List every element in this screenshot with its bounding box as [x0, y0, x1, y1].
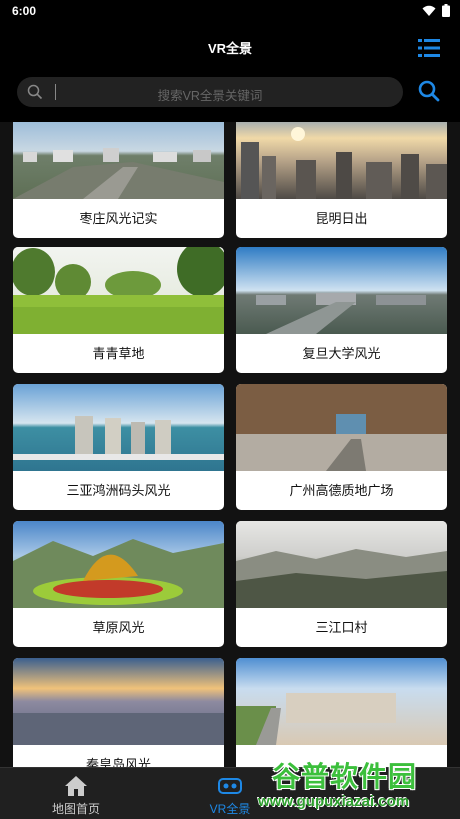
- panorama-card[interactable]: 三亚鸿洲码头风光: [13, 384, 224, 510]
- search-bar: 搜索VR全景关键词: [0, 72, 460, 122]
- status-icons: [422, 4, 450, 17]
- panorama-card[interactable]: 草原风光: [13, 521, 224, 647]
- status-time: 6:00: [12, 4, 37, 18]
- panorama-thumbnail: [13, 521, 224, 608]
- panorama-title: 枣庄风光记实: [79, 211, 158, 226]
- panorama-card[interactable]: 昆明日出: [236, 122, 447, 238]
- search-icon: [418, 80, 440, 102]
- panorama-card[interactable]: 三江口村: [236, 521, 447, 647]
- app-header: VR全景: [0, 22, 460, 72]
- panorama-title: 三江口村: [315, 620, 368, 635]
- status-bar: 6:00: [0, 0, 460, 22]
- panorama-thumbnail: [236, 658, 447, 745]
- panorama-title: 三亚鸿洲码头风光: [66, 483, 171, 498]
- panorama-grid: 枣庄风光记实 昆明日出 青青草地 复旦大学风光 三亚鸿洲码头风光 广州高德质地广…: [0, 122, 460, 767]
- watermark: 谷普软件园 www.gupuxiazai.com: [254, 755, 454, 815]
- panorama-title: 复旦大学风光: [302, 346, 381, 361]
- panorama-thumbnail: [13, 384, 224, 471]
- tab-map-home[interactable]: 地图首页: [16, 768, 136, 819]
- panorama-thumbnail: [13, 658, 224, 745]
- watermark-url: www.gupuxiazai.com: [258, 793, 410, 810]
- panorama-thumbnail: [236, 247, 447, 334]
- panorama-thumbnail: [236, 521, 447, 608]
- panorama-card[interactable]: 复旦大学风光: [236, 247, 447, 373]
- page-title: VR全景: [207, 41, 253, 56]
- panorama-thumbnail: [13, 247, 224, 334]
- search-placeholder: 搜索VR全景关键词: [157, 89, 263, 103]
- panorama-title: 草原风光: [92, 620, 145, 635]
- search-button[interactable]: [418, 80, 440, 102]
- panorama-card[interactable]: 广州高德质地广场: [236, 384, 447, 510]
- panorama-card[interactable]: 枣庄风光记实: [13, 122, 224, 238]
- panorama-card[interactable]: [236, 658, 447, 767]
- battery-icon: [442, 4, 450, 17]
- wifi-icon: [422, 5, 436, 16]
- search-input[interactable]: 搜索VR全景关键词: [17, 77, 403, 107]
- panorama-card[interactable]: 青青草地: [13, 247, 224, 373]
- panorama-thumbnail: [13, 122, 224, 199]
- panorama-thumbnail: [236, 122, 447, 199]
- panorama-title: 青青草地: [92, 346, 145, 361]
- vr-glasses-icon: [218, 778, 242, 794]
- panorama-title: 秦皇岛风光: [85, 757, 151, 767]
- tab-label: 地图首页: [51, 802, 100, 816]
- panorama-thumbnail: [236, 384, 447, 471]
- watermark-title: 谷普软件园: [272, 761, 418, 792]
- home-icon: [65, 776, 87, 796]
- list-menu-icon[interactable]: [418, 38, 440, 58]
- panorama-title: 广州高德质地广场: [289, 483, 394, 498]
- panorama-card[interactable]: 秦皇岛风光: [13, 658, 224, 767]
- panorama-title: 昆明日出: [315, 211, 368, 226]
